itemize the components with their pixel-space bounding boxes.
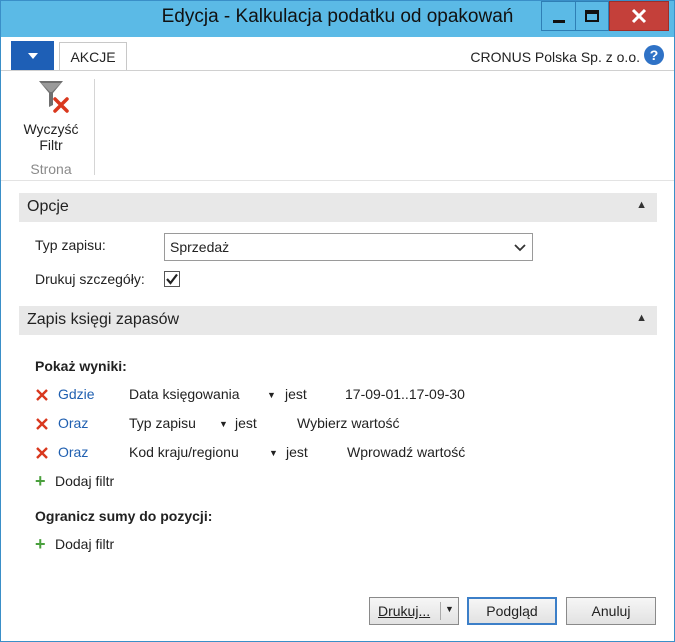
minimize-icon	[552, 19, 565, 23]
filter-value[interactable]: Wybierz wartość	[297, 415, 400, 431]
chevron-down-icon	[27, 52, 38, 59]
company-name: CRONUS Polska Sp. z o.o.	[470, 49, 640, 65]
plus-icon: +	[35, 534, 46, 554]
filters-section-header[interactable]: Zapis księgi zapasów ▲	[19, 306, 657, 335]
remove-filter-icon[interactable]	[35, 388, 49, 402]
print-button[interactable]: Drukuj... ▼	[369, 597, 459, 625]
filter-connector[interactable]: Gdzie	[58, 386, 95, 402]
filter-value[interactable]: Wprowadź wartość	[347, 444, 465, 460]
filters-section-title: Zapis księgi zapasów	[27, 311, 180, 328]
typ-zapisu-value: Sprzedaż	[170, 239, 230, 255]
chevron-down-icon	[514, 244, 526, 252]
preview-button[interactable]: Podgląd	[467, 597, 557, 625]
limit-totals-label: Ogranicz sumy do pozycji:	[35, 508, 213, 524]
filter-row: Gdzie Data księgowania ▼ jest 17-09-01..…	[35, 386, 655, 406]
collapse-icon[interactable]: ▲	[636, 312, 647, 324]
caret-down-icon[interactable]: ▼	[445, 604, 454, 614]
print-details-label: Drukuj szczegóły:	[35, 271, 145, 287]
split-divider	[440, 602, 441, 620]
filter-field[interactable]: Data księgowania	[129, 386, 240, 402]
caret-down-icon[interactable]: ▼	[269, 448, 278, 458]
print-button-label: Drukuj...	[378, 603, 431, 619]
ribbon-panel: Wyczyść Filtr Strona	[1, 71, 674, 181]
maximize-button[interactable]	[575, 1, 609, 31]
print-details-checkbox[interactable]	[164, 271, 180, 287]
filter-row: Oraz Kod kraju/regionu ▼ jest Wprowadź w…	[35, 444, 655, 464]
add-filter-label[interactable]: Dodaj filtr	[55, 536, 114, 552]
filter-field[interactable]: Kod kraju/regionu	[129, 444, 239, 460]
filter-value[interactable]: 17-09-01..17-09-30	[345, 386, 465, 402]
clear-filter-icon	[39, 81, 69, 113]
show-results-label: Pokaż wyniki:	[35, 358, 127, 374]
caret-down-icon[interactable]: ▼	[267, 390, 276, 400]
filter-operator: jest	[286, 444, 308, 460]
tab-akcje[interactable]: AKCJE	[59, 42, 127, 71]
minimize-button[interactable]	[541, 1, 575, 31]
clear-filter-label-line1: Wyczyść	[23, 121, 79, 137]
filter-field[interactable]: Typ zapisu	[129, 415, 196, 431]
report-request-window: Edycja - Kalkulacja podatku od opakowań …	[0, 0, 675, 642]
filter-row: Oraz Typ zapisu ▼ jest Wybierz wartość	[35, 415, 655, 435]
title-bar[interactable]: Edycja - Kalkulacja podatku od opakowań	[1, 1, 674, 37]
clear-filter-label-line2: Filtr	[39, 137, 63, 153]
collapse-icon[interactable]: ▲	[636, 199, 647, 211]
checkmark-icon	[166, 273, 178, 285]
filter-operator: jest	[285, 386, 307, 402]
remove-filter-icon[interactable]	[35, 417, 49, 431]
options-section-header[interactable]: Opcje ▲	[19, 193, 657, 222]
add-filter-link[interactable]: + Dodaj filtr	[35, 471, 655, 493]
typ-zapisu-label: Typ zapisu:	[35, 237, 106, 253]
maximize-icon	[585, 10, 599, 22]
close-icon	[631, 8, 647, 24]
filter-connector[interactable]: Oraz	[58, 415, 88, 431]
options-section-title: Opcje	[27, 198, 69, 215]
filter-operator: jest	[235, 415, 257, 431]
plus-icon: +	[35, 471, 46, 491]
typ-zapisu-select[interactable]: Sprzedaż	[164, 233, 533, 261]
add-filter-label[interactable]: Dodaj filtr	[55, 473, 114, 489]
cancel-button[interactable]: Anuluj	[566, 597, 656, 625]
filter-connector[interactable]: Oraz	[58, 444, 88, 460]
clear-filter-button[interactable]: Wyczyść Filtr	[13, 77, 89, 153]
ribbon-tab-bar: AKCJE CRONUS Polska Sp. z o.o. ?	[1, 37, 674, 71]
add-filter-link[interactable]: + Dodaj filtr	[35, 534, 655, 556]
ribbon-group-label: Strona	[30, 161, 72, 177]
ribbon-divider	[94, 79, 95, 175]
help-icon[interactable]: ?	[644, 45, 664, 65]
application-menu-button[interactable]	[11, 41, 54, 70]
caret-down-icon[interactable]: ▼	[219, 419, 228, 429]
close-button[interactable]	[609, 1, 669, 31]
remove-filter-icon[interactable]	[35, 446, 49, 460]
